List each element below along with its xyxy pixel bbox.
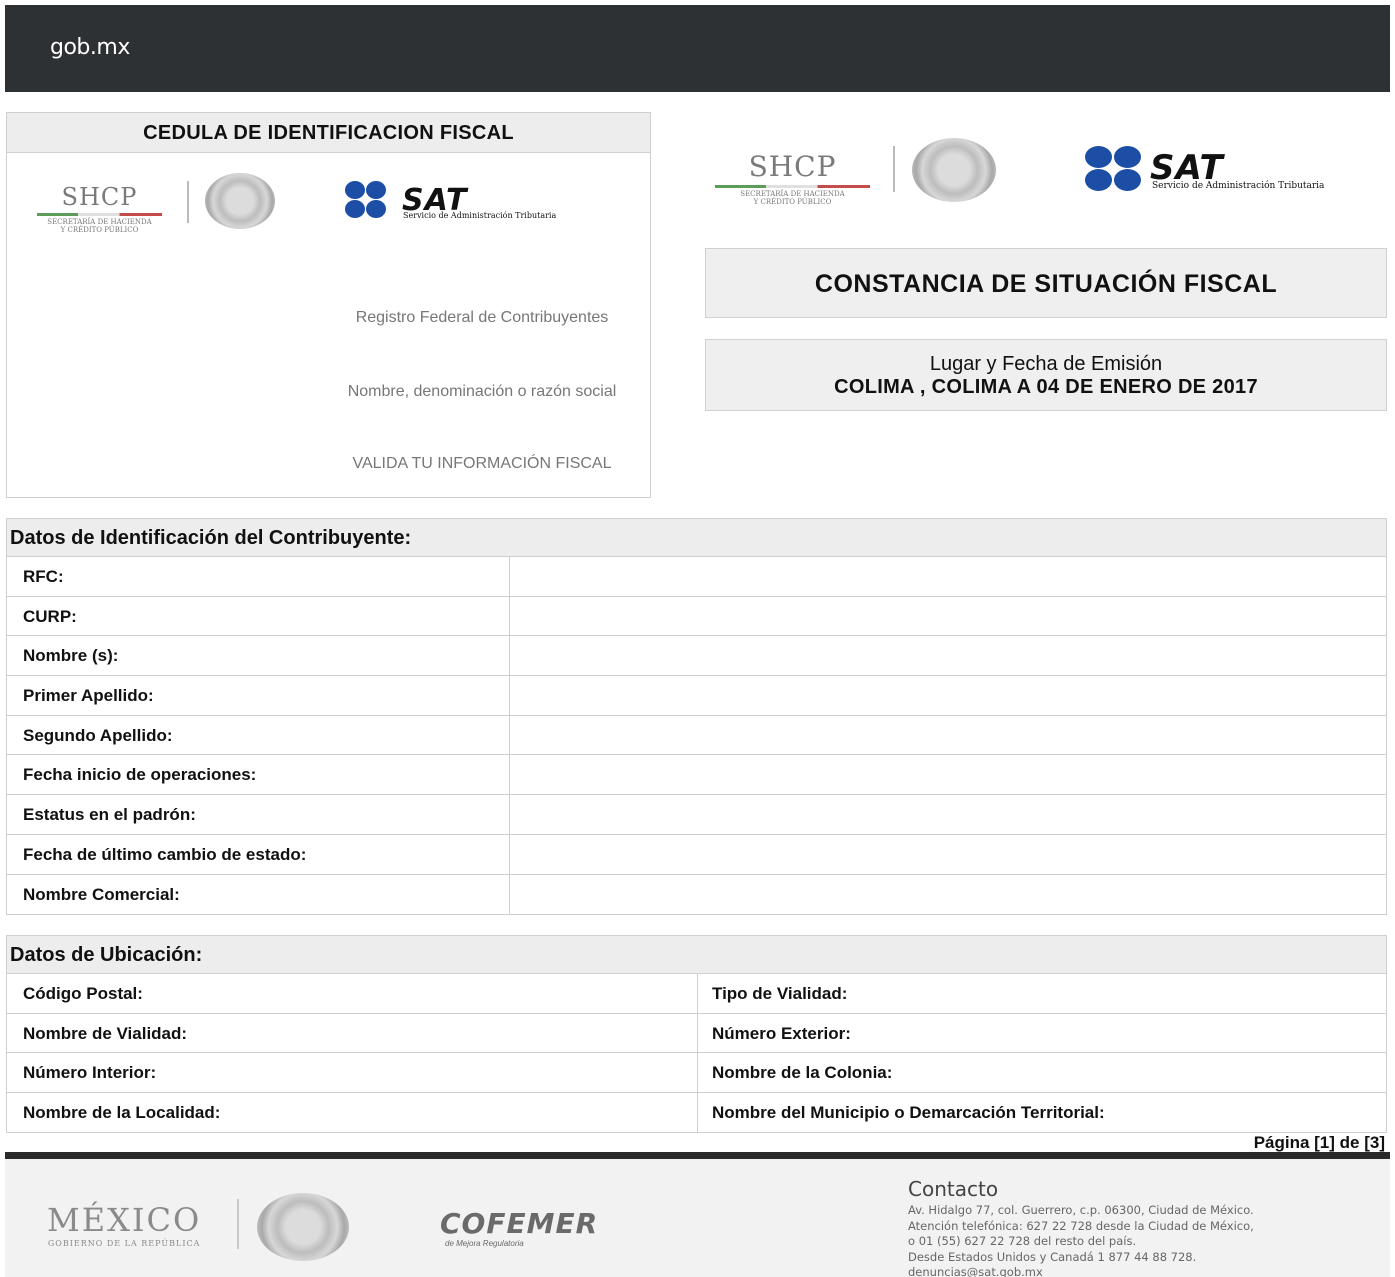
nombre-localidad-label: Nombre de la Localidad: <box>23 1102 221 1122</box>
contact-address: Av. Hidalgo 77, col. Guerrero, c.p. 0630… <box>908 1203 1254 1217</box>
fecha-inicio-value <box>510 755 1386 794</box>
footer-logo-divider <box>237 1199 239 1249</box>
sat-logo-subtitle-large: Servicio de Administración Tributaria <box>1152 181 1325 191</box>
constancia-title: CONSTANCIA DE SITUACIÓN FISCAL <box>705 248 1387 318</box>
table-row: Nombre de la Localidad: Nombre del Munic… <box>7 1092 1386 1132</box>
identificacion-title: Datos de Identificación del Contribuyent… <box>7 519 1386 557</box>
shcp-logo: SHCP SECRETARÍA DE HACIENDA Y CRÉDITO PÚ… <box>37 183 162 234</box>
footer: MÉXICO GOBIERNO DE LA REPÚBLICA COFEMER … <box>5 1152 1390 1277</box>
top-navbar: gob.mx <box>5 5 1390 92</box>
national-seal-icon <box>205 173 275 229</box>
table-row: Primer Apellido: <box>7 676 1386 716</box>
estatus-padron-label: Estatus en el padrón: <box>7 795 510 834</box>
municipio-label: Nombre del Municipio o Demarcación Terri… <box>697 1092 1386 1132</box>
fecha-ultimo-cambio-value <box>510 835 1386 874</box>
ubicacion-section: Datos de Ubicación: Código Postal: Tipo … <box>6 935 1387 1133</box>
table-row: Nombre (s): <box>7 636 1386 677</box>
sat-logo-icon-large <box>1085 146 1143 192</box>
contact-block: Contacto Av. Hidalgo 77, col. Guerrero, … <box>908 1177 1378 1277</box>
contact-email-link[interactable]: denuncias@sat.gob.mx <box>908 1265 1378 1277</box>
lugar-fecha-box: Lugar y Fecha de Emisión COLIMA , COLIMA… <box>705 339 1387 411</box>
table-row: Código Postal: Tipo de Vialidad: <box>7 974 1386 1014</box>
gobmx-logo[interactable]: gob.mx <box>50 35 130 60</box>
nombre-colonia-label: Nombre de la Colonia: <box>697 1053 1386 1092</box>
table-row: Estatus en el padrón: <box>7 795 1386 835</box>
table-row: RFC: <box>7 557 1386 597</box>
fecha-inicio-label: Fecha inicio de operaciones: <box>7 755 510 795</box>
footer-seal-icon <box>257 1193 349 1261</box>
nombre-comercial-value <box>510 875 1386 915</box>
contact-title: Contacto <box>908 1177 999 1201</box>
estatus-padron-value <box>510 795 1386 834</box>
table-row: Fecha de último cambio de estado: <box>7 834 1386 875</box>
logo-divider-large <box>893 146 895 192</box>
mexico-gobierno-logo: MÉXICO GOBIERNO DE LA REPÚBLICA <box>47 1201 202 1248</box>
cofemer-logo: COFEMER <box>440 1207 599 1240</box>
numero-exterior-label: Número Exterior: <box>697 1013 1386 1052</box>
table-row: Fecha inicio de operaciones: <box>7 755 1386 796</box>
tipo-vialidad-label: Tipo de Vialidad: <box>697 974 1386 1013</box>
table-row: Número Interior: Nombre de la Colonia: <box>7 1053 1386 1093</box>
contact-phone-national: o 01 (55) 627 22 728 del resto del país. <box>908 1234 1137 1248</box>
nombre-value <box>510 636 1386 675</box>
lugar-fecha-value: COLIMA , COLIMA A 04 DE ENERO DE 2017 <box>834 376 1258 398</box>
segundo-apellido-value <box>510 716 1386 755</box>
nombre-vialidad-label: Nombre de Vialidad: <box>23 1023 188 1043</box>
lugar-fecha-label: Lugar y Fecha de Emisión <box>929 353 1163 375</box>
fecha-ultimo-cambio-label: Fecha de último cambio de estado: <box>7 834 510 874</box>
contact-phone-usa: Desde Estados Unidos y Canadá 1 877 44 8… <box>908 1249 1197 1264</box>
page-number: Página [1] de [3] <box>1253 1133 1385 1152</box>
rfc-value <box>510 557 1386 596</box>
registro-federal-text: Registro Federal de Contribuyentes <box>355 309 609 326</box>
curp-value <box>510 597 1386 636</box>
contact-phone-cdmx: Atención telefónica: 627 22 728 desde la… <box>908 1218 1254 1233</box>
cedula-title: CEDULA DE IDENTIFICACION FISCAL <box>7 113 650 153</box>
table-row: Nombre de Vialidad: Número Exterior: <box>7 1013 1386 1053</box>
codigo-postal-label: Código Postal: <box>23 984 143 1003</box>
sat-logo-icon <box>345 181 389 221</box>
primer-apellido-label: Primer Apellido: <box>7 676 510 715</box>
identificacion-section: Datos de Identificación del Contribuyent… <box>6 518 1387 916</box>
segundo-apellido-label: Segundo Apellido: <box>7 715 510 755</box>
national-seal-icon-large <box>912 138 996 202</box>
curp-label: CURP: <box>7 596 510 636</box>
ubicacion-title: Datos de Ubicación: <box>7 936 1386 974</box>
nombre-comercial-label: Nombre Comercial: <box>7 874 510 915</box>
valida-informacion-link[interactable]: VALIDA TU INFORMACIÓN FISCAL <box>337 455 627 472</box>
shcp-logo-large: SHCP SECRETARÍA DE HACIENDA Y CRÉDITO PÚ… <box>715 150 870 206</box>
numero-interior-label: Número Interior: <box>23 1063 157 1082</box>
logo-divider <box>187 181 189 223</box>
table-row: Segundo Apellido: <box>7 715 1386 756</box>
cofemer-subtitle: de Mejora Regulatoria <box>445 1239 524 1248</box>
rfc-label: RFC: <box>7 557 510 596</box>
table-row: Nombre Comercial: <box>7 874 1386 915</box>
nombre-razon-social-label: Nombre, denominación o razón social <box>347 383 617 400</box>
sat-logo-subtitle: Servicio de Administración Tributaria <box>403 211 557 220</box>
nombre-label: Nombre (s): <box>7 636 510 676</box>
cedula-card: CEDULA DE IDENTIFICACION FISCAL SHCP SEC… <box>6 112 651 498</box>
table-row: CURP: <box>7 596 1386 637</box>
primer-apellido-value <box>510 676 1386 715</box>
